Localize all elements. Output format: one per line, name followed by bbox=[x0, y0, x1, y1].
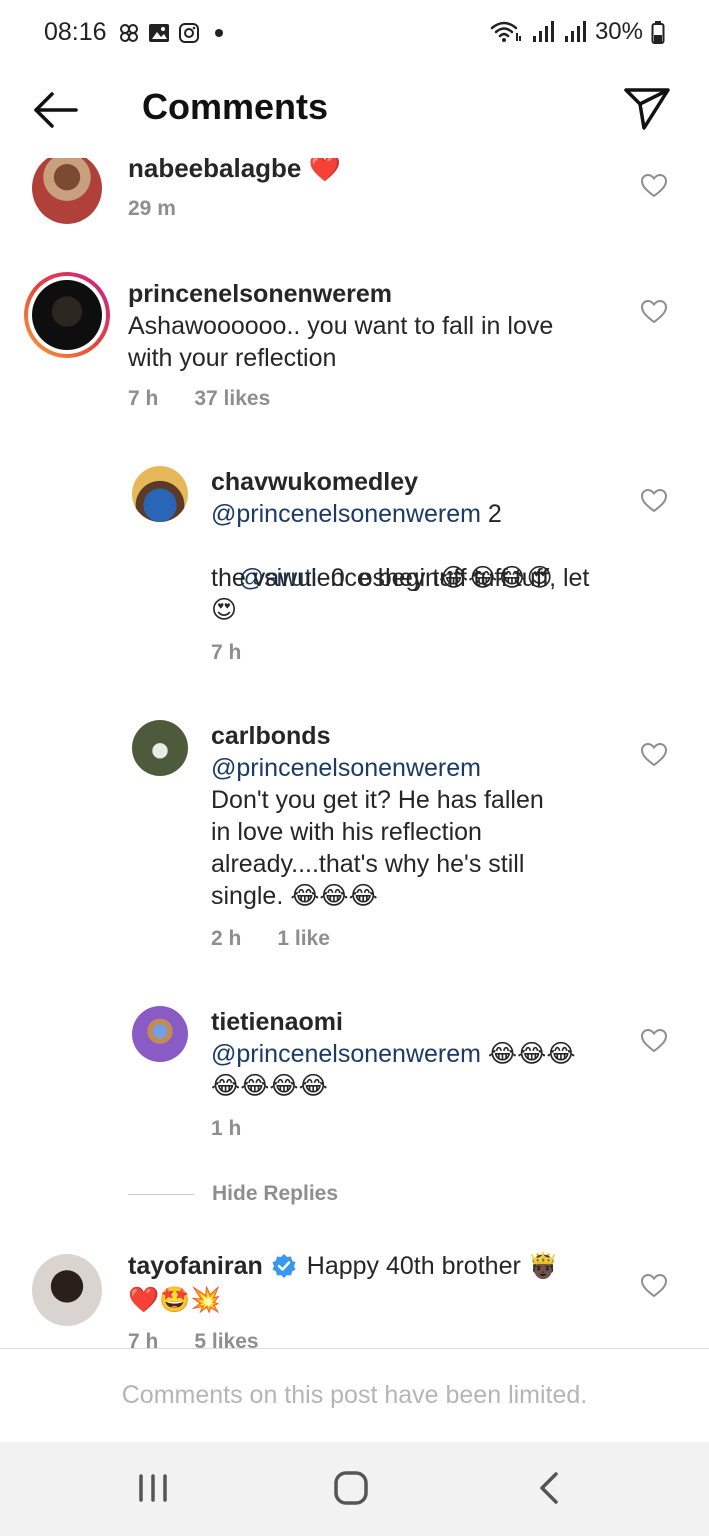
comment-time: 1 h bbox=[211, 1117, 242, 1140]
comment-text-line-4: 😍 bbox=[211, 596, 238, 624]
comment-princenelsonenwerem: princenelsonenwerem Ashawoooooo.. you wa… bbox=[0, 270, 709, 420]
mention-link[interactable]: @princenelsonenwerem bbox=[211, 752, 481, 784]
battery-percent: 30% bbox=[594, 18, 643, 45]
username[interactable]: tietienaomi bbox=[211, 1006, 343, 1038]
signal-icon bbox=[532, 21, 554, 42]
username[interactable]: tayofaniran bbox=[128, 1250, 263, 1282]
like-heart-icon[interactable] bbox=[641, 743, 667, 767]
comment-text-line-2: ❤️🤩💥 bbox=[128, 1286, 222, 1314]
like-count[interactable]: 1 like bbox=[277, 927, 330, 950]
comment-text: ❤️ bbox=[308, 158, 342, 183]
comment-meta: 7 h 37 likes bbox=[128, 387, 270, 411]
status-time: 08:16 bbox=[44, 18, 107, 46]
hide-replies-label: Hide Replies bbox=[212, 1182, 339, 1205]
instagram-icon bbox=[179, 23, 199, 43]
status-bar: 08:16 30% bbox=[0, 0, 709, 68]
dot-icon bbox=[215, 29, 223, 37]
comment-time: 29 m bbox=[128, 197, 176, 220]
home-icon[interactable] bbox=[321, 1466, 381, 1510]
like-heart-icon[interactable] bbox=[641, 174, 667, 198]
system-icons: 30% bbox=[489, 18, 665, 46]
comment-text-line-2: with your reflection bbox=[128, 344, 337, 372]
comment-tayofaniran: tayofaniran Happy 40th brother 🤴🏿 ❤️🤩💥 7… bbox=[0, 1244, 709, 1348]
like-heart-icon[interactable] bbox=[641, 1029, 667, 1053]
avatar[interactable] bbox=[32, 1254, 102, 1326]
username[interactable]: carlbonds bbox=[211, 720, 330, 752]
comment-time: 7 h bbox=[211, 641, 242, 664]
divider bbox=[128, 1193, 194, 1195]
pinwheel-icon bbox=[120, 24, 138, 42]
notification-icons bbox=[118, 22, 230, 44]
comment-text-line-4: single. 😂😂😂 bbox=[211, 882, 378, 910]
comment-text: 2 bbox=[480, 500, 502, 528]
comments-limited-footer: Comments on this post have been limited. bbox=[0, 1348, 709, 1442]
mention-link[interactable]: @princenelsonenwerem bbox=[211, 1040, 481, 1068]
avatar[interactable] bbox=[132, 720, 188, 776]
system-navigation-bar bbox=[0, 1442, 709, 1536]
app-header: Comments bbox=[0, 68, 709, 158]
username[interactable]: princenelsonenwerem bbox=[128, 278, 392, 310]
avatar[interactable] bbox=[132, 1006, 188, 1062]
comment-text-line-1: Don't you get it? He has fallen bbox=[211, 786, 544, 814]
like-heart-icon[interactable] bbox=[641, 489, 667, 513]
avatar bbox=[32, 280, 102, 350]
signal-icon-2 bbox=[564, 21, 586, 42]
like-heart-icon[interactable] bbox=[641, 300, 667, 324]
comment-text: Happy 40th brother 🤴🏿 bbox=[306, 1252, 559, 1280]
comment-text-line-3: already....that's why he's still bbox=[211, 850, 525, 878]
avatar[interactable] bbox=[132, 466, 188, 522]
send-icon[interactable] bbox=[622, 84, 672, 134]
comment-text-line-1: Ashawoooooo.. you want to fall in love bbox=[128, 312, 554, 340]
page-title: Comments bbox=[142, 86, 329, 127]
comment-time: 7 h bbox=[128, 387, 159, 410]
comment-nabeebalagbe: nabeebalagbe ❤️ 29 m bbox=[0, 158, 709, 238]
like-count[interactable]: 5 likes bbox=[194, 1330, 258, 1348]
username[interactable]: nabeebalagbe bbox=[128, 158, 301, 183]
like-heart-icon[interactable] bbox=[641, 1274, 667, 1298]
comments-limited-notice: Comments on this post have been limited. bbox=[121, 1381, 588, 1409]
story-ring[interactable] bbox=[24, 272, 110, 358]
back-arrow-icon[interactable] bbox=[30, 88, 80, 132]
comment-text: 😂😂😂 bbox=[480, 1040, 576, 1068]
like-count[interactable]: 37 likes bbox=[194, 387, 270, 410]
reply-carlbonds: carlbonds @princenelsonenwerem Don't you… bbox=[0, 714, 709, 954]
comment-meta: 2 h 1 like bbox=[211, 927, 330, 951]
comment-time: 7 h bbox=[128, 1330, 159, 1348]
comment-text-line-3: the vawulence begin😂😂😂😍 bbox=[211, 564, 553, 592]
username[interactable]: chavwukomedley bbox=[211, 466, 418, 498]
mention-link[interactable]: @princenelsonenwerem bbox=[211, 500, 481, 528]
reply-tietienaomi: tietienaomi @princenelsonenwerem 😂😂😂 😂😂😂… bbox=[0, 1000, 709, 1150]
gallery-icon bbox=[149, 24, 169, 42]
reply-chavwukomedley: chavwukomedley @princenelsonenwerem 2 @s… bbox=[0, 460, 709, 670]
comment-time: 2 h bbox=[211, 927, 242, 950]
verified-badge-icon bbox=[272, 1254, 296, 1278]
comment-meta: 7 h 5 likes bbox=[128, 1330, 259, 1348]
wifi-icon bbox=[490, 21, 521, 42]
back-icon[interactable] bbox=[520, 1466, 580, 1510]
avatar[interactable] bbox=[32, 158, 102, 224]
comment-meta: 7 h bbox=[211, 641, 241, 665]
battery-icon bbox=[651, 21, 665, 44]
comment-meta: 1 h bbox=[211, 1117, 241, 1141]
comment-text-line-2: in love with his reflection bbox=[211, 818, 482, 846]
hide-replies-button[interactable]: Hide Replies bbox=[128, 1182, 338, 1206]
recent-apps-icon[interactable] bbox=[124, 1466, 184, 1510]
comment-text-line-2: 😂😂😂😂 bbox=[211, 1072, 328, 1100]
comment-meta: 29 m bbox=[128, 197, 176, 221]
